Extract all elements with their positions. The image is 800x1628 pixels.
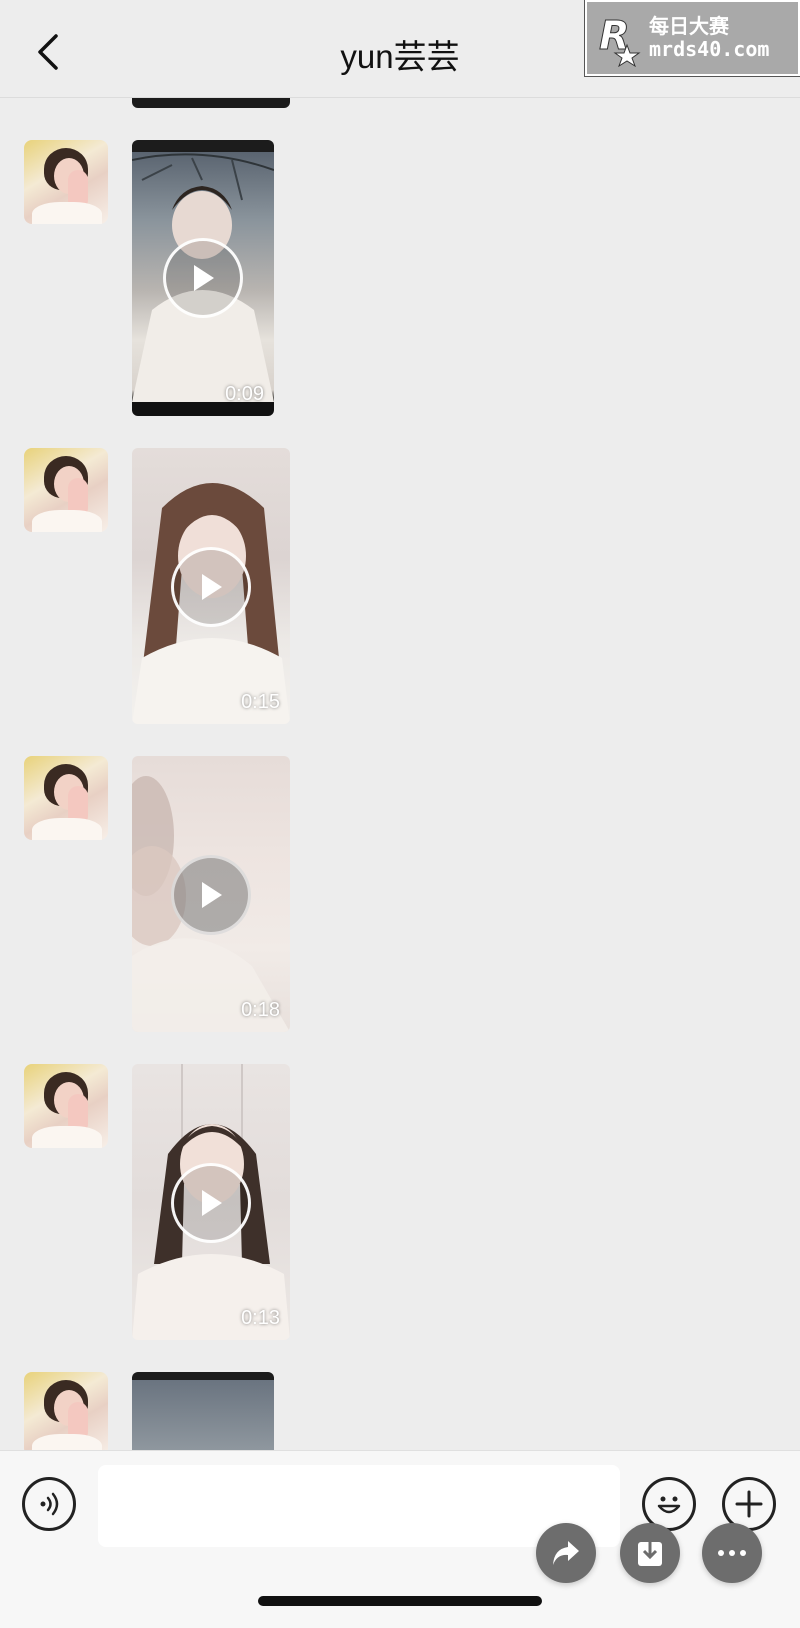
video-message[interactable]: 0:13 bbox=[132, 1064, 290, 1340]
more-icon bbox=[718, 1550, 746, 1556]
avatar[interactable] bbox=[24, 1064, 108, 1148]
message-item bbox=[24, 1372, 344, 1450]
play-icon bbox=[202, 574, 222, 600]
message-item: 0:09 bbox=[24, 140, 344, 416]
voice-button[interactable] bbox=[22, 1477, 76, 1531]
watermark-cn-text: 每日大赛 bbox=[649, 16, 729, 38]
avatar[interactable] bbox=[24, 140, 108, 224]
video-message[interactable]: 0:15 bbox=[132, 448, 290, 724]
avatar[interactable] bbox=[24, 756, 108, 840]
video-duration: 0:09 bbox=[225, 383, 264, 405]
watermark-url: mrds40.com bbox=[649, 37, 770, 61]
more-actions-button[interactable] bbox=[702, 1523, 762, 1583]
play-icon bbox=[202, 1190, 222, 1216]
video-duration: 0:18 bbox=[241, 999, 280, 1021]
chat-message-list[interactable]: 0:09 0:15 0:18 0:13 bbox=[0, 98, 800, 1450]
plus-icon bbox=[735, 1490, 763, 1518]
video-duration: 0:15 bbox=[241, 691, 280, 713]
play-button[interactable] bbox=[163, 238, 243, 318]
play-icon bbox=[194, 265, 214, 291]
play-button[interactable] bbox=[171, 855, 251, 935]
watermark: R 每日大赛 mrds40.com bbox=[584, 0, 800, 77]
share-icon bbox=[553, 1541, 579, 1565]
message-item: 0:15 bbox=[24, 448, 344, 724]
play-icon bbox=[202, 882, 222, 908]
save-button[interactable] bbox=[620, 1523, 680, 1583]
message-item: 0:13 bbox=[24, 1064, 344, 1340]
emoji-icon bbox=[657, 1496, 681, 1514]
play-button[interactable] bbox=[171, 547, 251, 627]
video-duration: 0:13 bbox=[241, 1307, 280, 1329]
home-indicator[interactable] bbox=[258, 1596, 542, 1606]
message-item: 0:18 bbox=[24, 756, 344, 1032]
video-message[interactable]: 0:18 bbox=[132, 756, 290, 1032]
watermark-logo: R bbox=[597, 9, 643, 67]
share-button[interactable] bbox=[536, 1523, 596, 1583]
download-icon bbox=[638, 1538, 662, 1566]
partial-video-thumbnail[interactable] bbox=[132, 98, 290, 108]
avatar[interactable] bbox=[24, 1372, 108, 1450]
play-button[interactable] bbox=[171, 1163, 251, 1243]
video-message[interactable]: 0:09 bbox=[132, 140, 274, 416]
voice-icon bbox=[40, 1492, 59, 1516]
video-message[interactable] bbox=[132, 1372, 274, 1450]
avatar[interactable] bbox=[24, 448, 108, 532]
